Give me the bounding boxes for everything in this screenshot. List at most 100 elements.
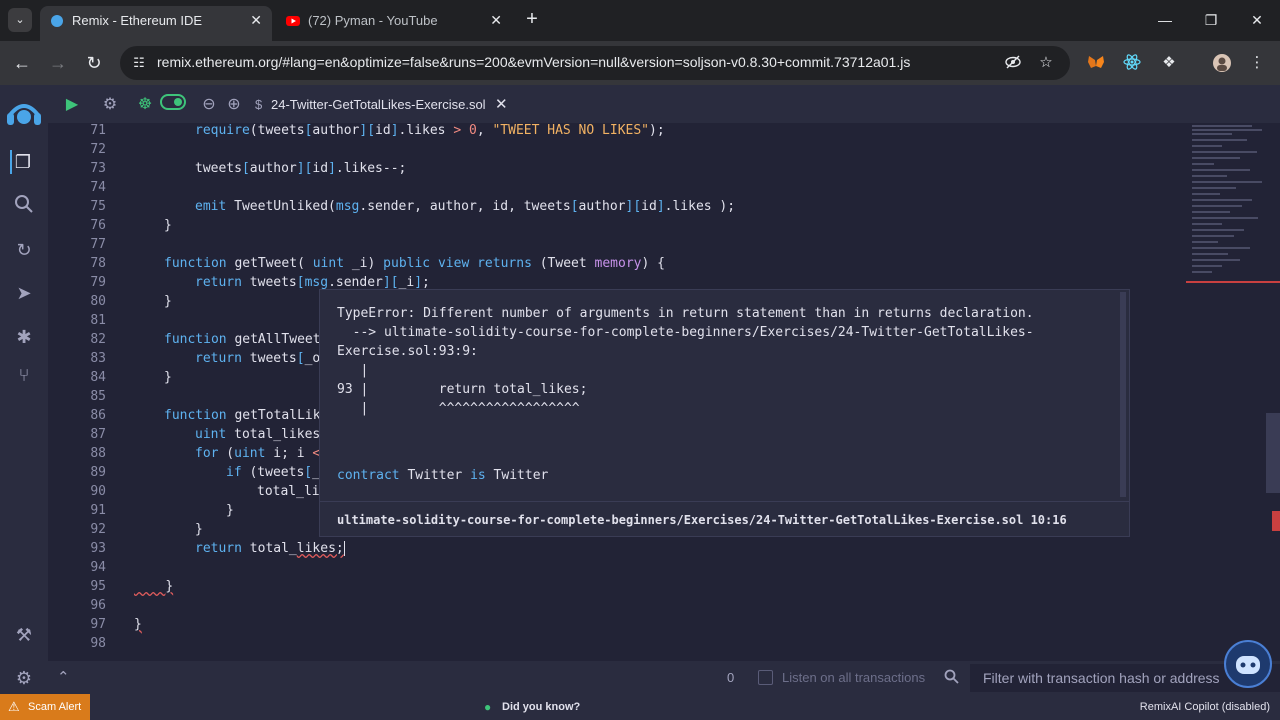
metamask-extension-icon[interactable] xyxy=(1086,53,1106,73)
remix-ide: ❐ ↻ ➤ ✱ ⑂ ⚒ ⚙ ▶ ⚙ ☸ ⊖ ⊕ $ 24-Twitter-Get… xyxy=(0,85,1280,694)
bookmark-star-icon[interactable]: ☆ xyxy=(1036,53,1056,73)
settings-gear-icon[interactable]: ⚙ xyxy=(12,666,36,690)
search-icon[interactable] xyxy=(944,669,959,688)
line-number: 86 xyxy=(90,408,106,423)
error-pipe: | xyxy=(337,363,369,378)
minimap-error-marker xyxy=(1186,281,1280,283)
ai-toggle-switch[interactable] xyxy=(160,94,186,116)
profile-avatar[interactable] xyxy=(1212,53,1232,73)
gear-icon[interactable]: ⚙ xyxy=(99,94,121,116)
line-number: 79 xyxy=(90,275,106,290)
editor-topbar: ▶ ⚙ ☸ ⊖ ⊕ $ 24-Twitter-GetTotalLikes-Exe… xyxy=(48,85,1280,123)
error-location-cont: Exercise.sol:93:9: xyxy=(337,344,478,359)
code-line: } xyxy=(165,579,174,594)
icon-panel: ❐ ↻ ➤ ✱ ⑂ ⚒ ⚙ xyxy=(0,85,48,694)
restore-icon[interactable]: ❐ xyxy=(1196,8,1226,32)
error-message: TypeError: Different number of arguments… xyxy=(337,306,1034,321)
line-number: 93 xyxy=(90,541,106,556)
listen-checkbox[interactable] xyxy=(758,670,773,685)
play-icon[interactable]: ▶ xyxy=(61,94,83,116)
tab-close-icon[interactable]: ✕ xyxy=(490,6,502,35)
url-text[interactable]: remix.ethereum.org/#lang=en&optimize=fal… xyxy=(157,54,910,70)
error-caret-line: | ^^^^^^^^^^^^^^^^^^ xyxy=(337,401,580,416)
editor-file-tab[interactable]: $ 24-Twitter-GetTotalLikes-Exercise.sol … xyxy=(253,92,508,118)
code-line: if (tweets[_ xyxy=(226,465,320,480)
minimize-icon[interactable]: — xyxy=(1150,8,1180,32)
did-you-know[interactable]: ● Did you know? xyxy=(484,694,580,720)
code-line: } xyxy=(164,370,172,385)
line-number: 72 xyxy=(90,142,106,157)
browser-menu-icon[interactable]: ⋮ xyxy=(1247,53,1267,73)
code-line: uint total_likes xyxy=(195,427,321,442)
line-number: 88 xyxy=(90,446,106,461)
editor-minimap[interactable] xyxy=(1186,123,1280,661)
code-line: emit TweetUnliked(msg.sender, author, id… xyxy=(195,199,736,214)
line-number: 91 xyxy=(90,503,106,518)
remix-favicon-icon xyxy=(51,15,63,27)
line-number: 95 xyxy=(90,579,106,594)
vertical-scrollbar[interactable] xyxy=(1266,413,1280,493)
code-line: tweets[author][id].likes--; xyxy=(195,161,407,176)
git-icon[interactable]: ⑂ xyxy=(12,363,36,387)
code-line: function getAllTweet xyxy=(164,332,321,347)
code-line: } xyxy=(195,522,203,537)
new-tab-plus-icon[interactable]: + xyxy=(520,8,544,32)
youtube-favicon-icon xyxy=(286,16,300,26)
code-line: } xyxy=(164,218,172,233)
code-line: function getTotalLik xyxy=(164,408,321,423)
code-line: require(tweets[author][id].likes > 0, "T… xyxy=(195,123,665,138)
browser-tab-youtube[interactable]: (72) Pyman - YouTube ✕ xyxy=(276,6,512,41)
line-number: 80 xyxy=(90,294,106,309)
popup-divider xyxy=(320,501,1129,502)
eye-off-icon[interactable] xyxy=(1003,53,1023,73)
plugin-manager-icon[interactable]: ⚒ xyxy=(12,623,36,647)
zoom-in-icon[interactable]: ⊕ xyxy=(223,94,245,116)
line-number: 82 xyxy=(90,332,106,347)
react-devtools-icon[interactable] xyxy=(1122,53,1142,73)
line-number: 92 xyxy=(90,522,106,537)
line-number: 75 xyxy=(90,199,106,214)
lightbulb-icon: ● xyxy=(484,700,492,714)
line-number: 85 xyxy=(90,389,106,404)
popup-scrollbar[interactable] xyxy=(1120,292,1126,497)
tab-search-chevron-icon[interactable]: ⌄ xyxy=(8,8,32,32)
zoom-out-icon[interactable]: ⊖ xyxy=(198,94,220,116)
line-number: 87 xyxy=(90,427,106,442)
search-icon[interactable] xyxy=(12,194,36,218)
line-number: 76 xyxy=(90,218,106,233)
collapse-chevron-icon[interactable]: ⌃ xyxy=(57,668,70,686)
deploy-run-icon[interactable]: ➤ xyxy=(12,281,36,305)
forward-arrow-icon[interactable]: → xyxy=(46,51,70,75)
ai-robot-icon[interactable]: ☸ xyxy=(134,94,156,116)
browser-toolbar: ← → ↻ ☷ remix.ethereum.org/#lang=en&opti… xyxy=(0,41,1280,85)
code-line: for (uint i; i < xyxy=(195,446,321,461)
debugger-bug-icon[interactable]: ✱ xyxy=(12,325,36,349)
solidity-compiler-icon[interactable]: ↻ xyxy=(12,238,36,262)
remix-logo-icon[interactable] xyxy=(4,95,44,131)
file-explorer-icon[interactable]: ❐ xyxy=(10,150,34,174)
code-line: } xyxy=(164,294,172,309)
extensions-puzzle-icon[interactable]: ❖ xyxy=(1159,53,1179,73)
remixai-assistant-icon[interactable] xyxy=(1224,640,1272,688)
reload-icon[interactable]: ↻ xyxy=(82,51,106,75)
code-line: } xyxy=(226,503,234,518)
line-number: 89 xyxy=(90,465,106,480)
error-snippet: 93 | return total_likes; xyxy=(337,382,588,397)
line-number: 90 xyxy=(90,484,106,499)
back-arrow-icon[interactable]: ← xyxy=(10,51,34,75)
code-line: return tweets[_o xyxy=(195,351,321,366)
browser-tab-remix[interactable]: Remix - Ethereum IDE ✕ xyxy=(40,6,272,41)
scrollbar-error-marker xyxy=(1272,511,1280,531)
window-close-icon[interactable]: ✕ xyxy=(1242,8,1272,32)
file-tab-close-icon[interactable]: ✕ xyxy=(495,92,508,118)
listen-label: Listen on all transactions xyxy=(782,670,926,685)
copilot-status[interactable]: RemixAI Copilot (disabled) xyxy=(1140,694,1270,720)
terminal-bar: ⌃ 0 Listen on all transactions Filter wi… xyxy=(48,661,1280,694)
tab-close-icon[interactable]: ✕ xyxy=(250,6,262,35)
address-bar[interactable]: ☷ remix.ethereum.org/#lang=en&optimize=f… xyxy=(120,46,1070,80)
solidity-file-icon: $ xyxy=(255,97,263,112)
site-info-icon[interactable]: ☷ xyxy=(130,54,148,72)
error-source-link[interactable]: ultimate-solidity-course-for-complete-be… xyxy=(337,513,1067,527)
text-cursor xyxy=(343,541,345,556)
scam-alert-button[interactable]: ⚠ Scam Alert xyxy=(0,694,90,720)
